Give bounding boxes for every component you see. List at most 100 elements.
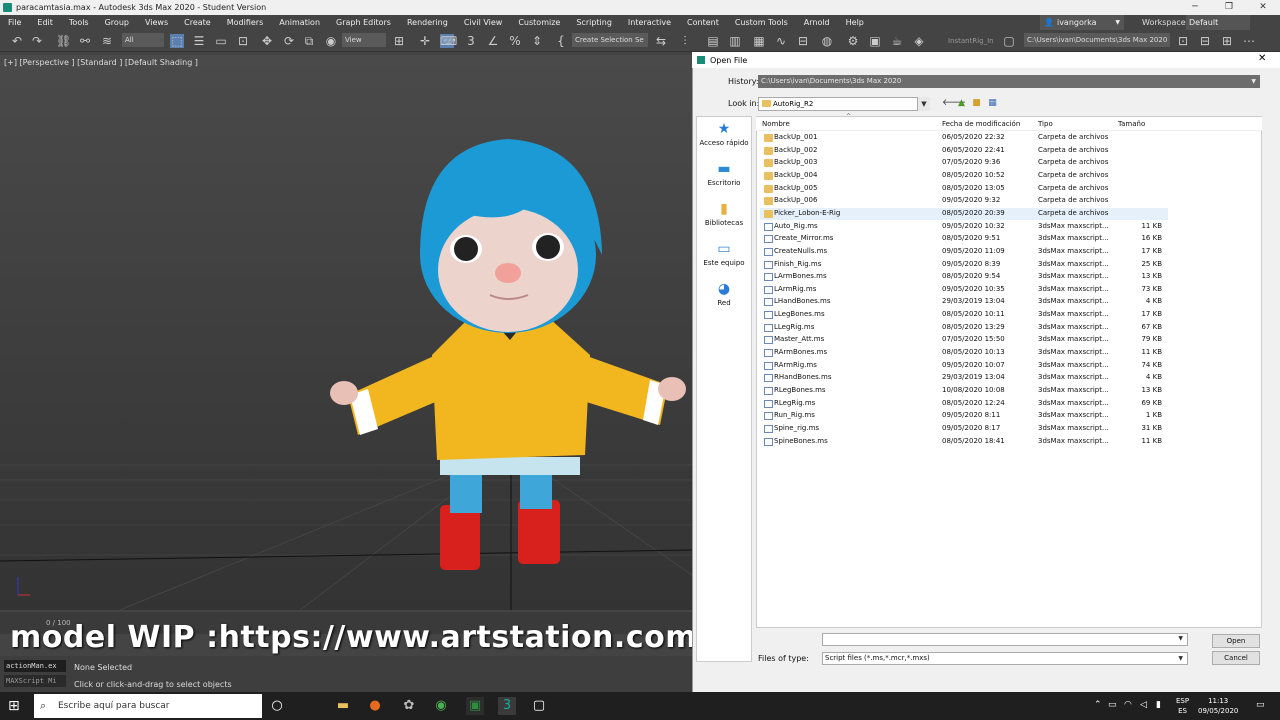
menu-edit[interactable]: Edit — [29, 18, 61, 27]
user-account-dropdown[interactable]: 👤 ivangorka ▼ — [1040, 15, 1124, 30]
file-row[interactable]: BackUp_004 08/05/2020 10:52 Carpeta de arc… — [760, 170, 1168, 183]
spinner-snap-icon[interactable]: ⇕ — [530, 34, 544, 48]
file-row[interactable]: LArmRig.ms 09/05/2020 10:35 3dsMax maxscri… — [760, 284, 1168, 297]
menu-animation[interactable]: Animation — [271, 18, 328, 27]
file-row[interactable]: RArmRig.ms 09/05/2020 10:07 3dsMax maxscri… — [760, 360, 1168, 373]
selection-filter-dropdown[interactable]: All — [122, 33, 164, 47]
file-row[interactable]: SpineBones.ms 08/05/2020 18:41 3dsMax maxs… — [760, 436, 1168, 449]
menu-create[interactable]: Create — [176, 18, 219, 27]
move-icon[interactable]: ✥ — [260, 34, 274, 48]
view-menu-icon[interactable]: ▦ — [987, 98, 998, 109]
recorder-icon[interactable]: ▢ — [530, 697, 548, 715]
rotate-icon[interactable]: ⟳ — [282, 34, 296, 48]
select-manipulate-icon[interactable]: ✛ — [418, 34, 432, 48]
rectangular-selection-icon[interactable]: ▭ — [214, 34, 228, 48]
percent-snap-icon[interactable]: % — [508, 34, 522, 48]
ribbon-icon[interactable]: ▦ — [752, 34, 766, 48]
menu-customize[interactable]: Customize — [510, 18, 568, 27]
menu-rendering[interactable]: Rendering — [399, 18, 456, 27]
angle-snap-icon[interactable]: ∠ — [486, 34, 500, 48]
taskbar-search-input[interactable]: Escribe aquí para buscar — [34, 694, 262, 718]
toolbar-expand-icon[interactable]: ⋯ — [1242, 34, 1256, 48]
viewport-layout-icon[interactable]: ⊟ — [1198, 34, 1212, 48]
snaps-toggle-icon[interactable]: 3 — [464, 34, 478, 48]
file-row[interactable]: BackUp_005 08/05/2020 13:05 Carpeta de arc… — [760, 183, 1168, 196]
file-row[interactable]: BackUp_001 06/05/2020 22:32 Carpeta de arc… — [760, 132, 1168, 145]
up-folder-icon[interactable]: ▲ — [956, 98, 967, 109]
keyboard-shortcut-override-icon[interactable]: ⌨ — [440, 34, 457, 48]
file-row[interactable]: Finish_Rig.ms 09/05/2020 8:39 3dsMax maxsc… — [760, 259, 1168, 272]
file-row[interactable]: Spine_rig.ms 09/05/2020 8:17 3dsMax maxscr… — [760, 423, 1168, 436]
menu-graph-editors[interactable]: Graph Editors — [328, 18, 399, 27]
curve-editor-icon[interactable]: ∿ — [774, 34, 788, 48]
maxscript-mini-listener[interactable]: MAXScript Mi — [4, 675, 66, 687]
menu-views[interactable]: Views — [137, 18, 176, 27]
column-header-size[interactable]: Tamaño — [1118, 120, 1145, 128]
file-row[interactable]: Master_Att.ms 07/05/2020 15:50 3dsMax maxs… — [760, 334, 1168, 347]
file-row[interactable]: BackUp_002 06/05/2020 22:41 Carpeta de arc… — [760, 145, 1168, 158]
redo-icon[interactable]: ↷ — [30, 34, 44, 48]
file-row[interactable]: BackUp_003 07/05/2020 9:36 Carpeta de arch… — [760, 157, 1168, 170]
column-header-type[interactable]: Tipo — [1038, 120, 1053, 128]
rendered-frame-icon[interactable]: ▣ — [868, 34, 882, 48]
window-crossing-icon[interactable]: ⊡ — [236, 34, 250, 48]
taskbar-clock[interactable]: 11:13 09/05/2020 — [1198, 696, 1238, 716]
camtasia-icon[interactable]: ▣ — [466, 697, 484, 715]
maxscript-listener-input[interactable]: actionMan.ex — [4, 660, 66, 672]
render-setup-icon[interactable]: ⚙ — [846, 34, 860, 48]
align-icon[interactable]: ⫶ — [678, 34, 692, 48]
maximize-button[interactable]: ❐ — [1212, 0, 1246, 15]
cancel-button[interactable]: Cancel — [1212, 651, 1260, 665]
menu-file[interactable]: File — [0, 18, 29, 27]
file-row[interactable]: LLegBones.ms 08/05/2020 10:11 3dsMax maxsc… — [760, 309, 1168, 322]
network-icon[interactable]: ▭ — [1108, 700, 1117, 710]
back-arrow-icon[interactable]: 🡐 — [942, 98, 966, 109]
place-network[interactable]: ◕ Red — [696, 282, 752, 307]
place-quick-access[interactable]: ★ Acceso rápido — [696, 122, 752, 147]
filename-input[interactable]: ▼ — [822, 633, 1188, 646]
menu-tools[interactable]: Tools — [61, 18, 97, 27]
file-row[interactable]: Create_Mirror.ms 08/05/2020 9:51 3dsMax ma… — [760, 233, 1168, 246]
render-iterative-icon[interactable]: ◈ — [912, 34, 926, 48]
menu-group[interactable]: Group — [97, 18, 137, 27]
menu-content[interactable]: Content — [679, 18, 727, 27]
select-by-name-icon[interactable]: ☰ — [192, 34, 206, 48]
menu-scripting[interactable]: Scripting — [568, 18, 620, 27]
place-desktop[interactable]: ▬ Escritorio — [696, 162, 752, 187]
mirror-icon[interactable]: ⇆ — [654, 34, 668, 48]
close-button[interactable]: ✕ — [1246, 0, 1280, 15]
file-row[interactable]: BackUp_006 09/05/2020 9:32 Carpeta de arch… — [760, 195, 1168, 208]
render-production-icon[interactable]: ☕ — [890, 34, 904, 48]
chevron-down-icon[interactable]: ▼ — [918, 97, 930, 111]
new-folder-icon[interactable]: ■ — [971, 98, 982, 109]
file-row[interactable]: CreateNulls.ms 09/05/2020 11:09 3dsMax max… — [760, 246, 1168, 259]
schematic-view-icon[interactable]: ⊟ — [796, 34, 810, 48]
named-selection-dropdown[interactable]: Create Selection Se — [572, 33, 648, 47]
wifi-icon[interactable]: ◠ — [1124, 700, 1132, 710]
unlink-icon[interactable]: ⚯ — [78, 34, 92, 48]
pivot-center-icon[interactable]: ⊞ — [392, 34, 406, 48]
command-panel-icon[interactable]: ⊞ — [1220, 34, 1234, 48]
3dsmax-icon[interactable]: 3 — [498, 697, 516, 715]
file-row[interactable]: RHandBones.ms 29/03/2019 13:04 3dsMax maxs… — [760, 372, 1168, 385]
file-row[interactable]: Run_Rig.ms 09/05/2020 8:11 3dsMax maxscrip… — [760, 410, 1168, 423]
workspaces-dropdown[interactable]: Default — [1186, 15, 1250, 30]
material-editor-icon[interactable]: ◍ — [820, 34, 834, 48]
file-row[interactable]: LArmBones.ms 08/05/2020 9:54 3dsMax maxscr… — [760, 271, 1168, 284]
menu-arnold[interactable]: Arnold — [796, 18, 838, 27]
place-libraries[interactable]: ▮ Bibliotecas — [696, 202, 752, 227]
menu-help[interactable]: Help — [838, 18, 872, 27]
file-row[interactable]: LLegRig.ms 08/05/2020 13:29 3dsMax maxscri… — [760, 322, 1168, 335]
file-row[interactable]: RLegRig.ms 08/05/2020 12:24 3dsMax maxscri… — [760, 398, 1168, 411]
open-button[interactable]: Open — [1212, 634, 1260, 648]
layer-explorer-icon[interactable]: ▥ — [728, 34, 742, 48]
menu-civil-view[interactable]: Civil View — [456, 18, 511, 27]
history-dropdown[interactable]: C:\Users\ivan\Documents\3ds Max 2020 ▼ — [758, 75, 1260, 88]
bind-spacewarp-icon[interactable]: ≋ — [100, 34, 114, 48]
windows-start-icon[interactable]: ⊞ — [8, 698, 24, 714]
firefox-icon[interactable]: ● — [366, 697, 384, 715]
undo-icon[interactable]: ↶ — [10, 34, 24, 48]
menu-interactive[interactable]: Interactive — [620, 18, 679, 27]
select-object-icon[interactable]: ⬚ — [170, 34, 184, 48]
minimize-button[interactable]: ─ — [1178, 0, 1212, 15]
